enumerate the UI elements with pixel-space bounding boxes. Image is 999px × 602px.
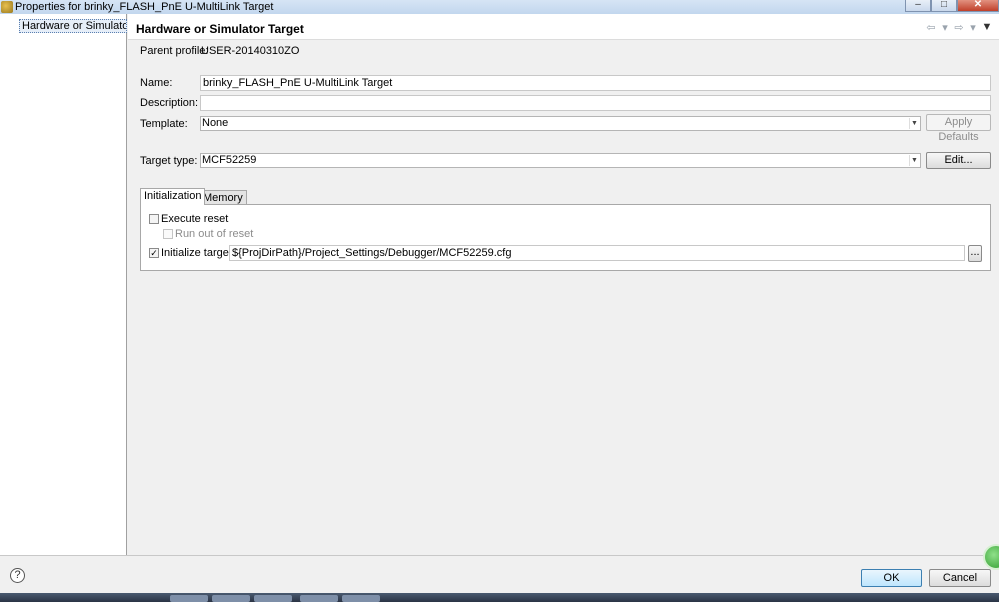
description-field[interactable] xyxy=(200,95,991,111)
cancel-button[interactable]: Cancel xyxy=(929,569,991,587)
back-dropdown-icon[interactable]: ▾ xyxy=(939,21,951,34)
initialize-target-label: Initialize target: xyxy=(161,247,235,259)
app-icon xyxy=(1,1,13,13)
target-type-label: Target type: xyxy=(140,155,198,167)
name-field[interactable]: brinky_FLASH_PnE U-MultiLink Target xyxy=(200,75,991,91)
taskbar-item[interactable] xyxy=(300,595,338,602)
execute-reset-checkbox[interactable] xyxy=(149,214,159,224)
page-title: Hardware or Simulator Target xyxy=(136,22,304,36)
taskbar-item[interactable] xyxy=(212,595,250,602)
template-value: None xyxy=(202,117,229,129)
name-label: Name: xyxy=(140,77,173,89)
execute-reset-label: Execute reset xyxy=(161,213,229,225)
tab-initialization[interactable]: Initialization xyxy=(140,188,206,205)
parent-profile-label: Parent profile: xyxy=(140,45,209,57)
forward-arrow-icon[interactable]: ⇨ xyxy=(953,21,965,34)
taskbar-item[interactable] xyxy=(342,595,380,602)
template-label: Template: xyxy=(140,118,188,130)
window-title-bar[interactable]: Properties for brinky_FLASH_PnE U-MultiL… xyxy=(0,0,999,14)
tree-item-hardware-target[interactable]: Hardware or Simulator Ta xyxy=(19,19,127,33)
status-indicator-icon xyxy=(983,544,999,570)
property-page: Hardware or Simulator Target ⇦ ▾ ⇨ ▾ ▼ P… xyxy=(128,14,999,555)
run-out-of-reset-checkbox[interactable] xyxy=(163,229,173,239)
maximize-button[interactable]: □ xyxy=(931,0,957,12)
chevron-down-icon: ▼ xyxy=(909,118,919,129)
tab-memory[interactable]: Memory xyxy=(199,190,247,205)
run-out-of-reset-label: Run out of reset xyxy=(175,228,254,240)
close-button[interactable]: ✕ xyxy=(957,0,999,12)
edit-target-button[interactable]: Edit... xyxy=(926,152,991,169)
menu-dropdown-icon[interactable]: ▼ xyxy=(981,21,993,34)
chevron-down-icon: ▼ xyxy=(909,155,919,166)
back-arrow-icon[interactable]: ⇦ xyxy=(925,21,937,34)
dialog-footer: ? OK Cancel xyxy=(0,544,999,593)
page-header: Hardware or Simulator Target ⇦ ▾ ⇨ ▾ ▼ xyxy=(128,14,999,40)
taskbar-item[interactable] xyxy=(170,595,208,602)
property-tree: Hardware or Simulator Ta xyxy=(0,14,127,555)
taskbar xyxy=(0,593,999,602)
initialize-target-checkbox[interactable]: ✓ xyxy=(149,248,159,258)
browse-button[interactable]: ... xyxy=(968,245,982,262)
window-controls: – □ ✕ xyxy=(905,0,999,12)
minimize-button[interactable]: – xyxy=(905,0,931,12)
apply-defaults-button[interactable]: Apply Defaults xyxy=(926,114,991,143)
forward-dropdown-icon[interactable]: ▾ xyxy=(967,21,979,34)
initialization-panel: Execute reset Run out of reset ✓ Initial… xyxy=(140,204,991,271)
parent-profile-value: USER-20140310ZO xyxy=(201,45,300,57)
help-icon[interactable]: ? xyxy=(10,568,25,583)
ok-button[interactable]: OK xyxy=(861,569,922,587)
target-type-value: MCF52259 xyxy=(202,154,257,166)
page-navigation: ⇦ ▾ ⇨ ▾ ▼ xyxy=(925,21,993,34)
taskbar-item[interactable] xyxy=(254,595,292,602)
description-label: Description: xyxy=(140,97,199,109)
initialize-target-path-field[interactable]: ${ProjDirPath}/Project_Settings/Debugger… xyxy=(229,245,965,261)
target-type-select[interactable]: MCF52259 ▼ xyxy=(200,153,921,168)
template-select[interactable]: None ▼ xyxy=(200,116,921,131)
window-title: Properties for brinky_FLASH_PnE U-MultiL… xyxy=(15,1,274,13)
